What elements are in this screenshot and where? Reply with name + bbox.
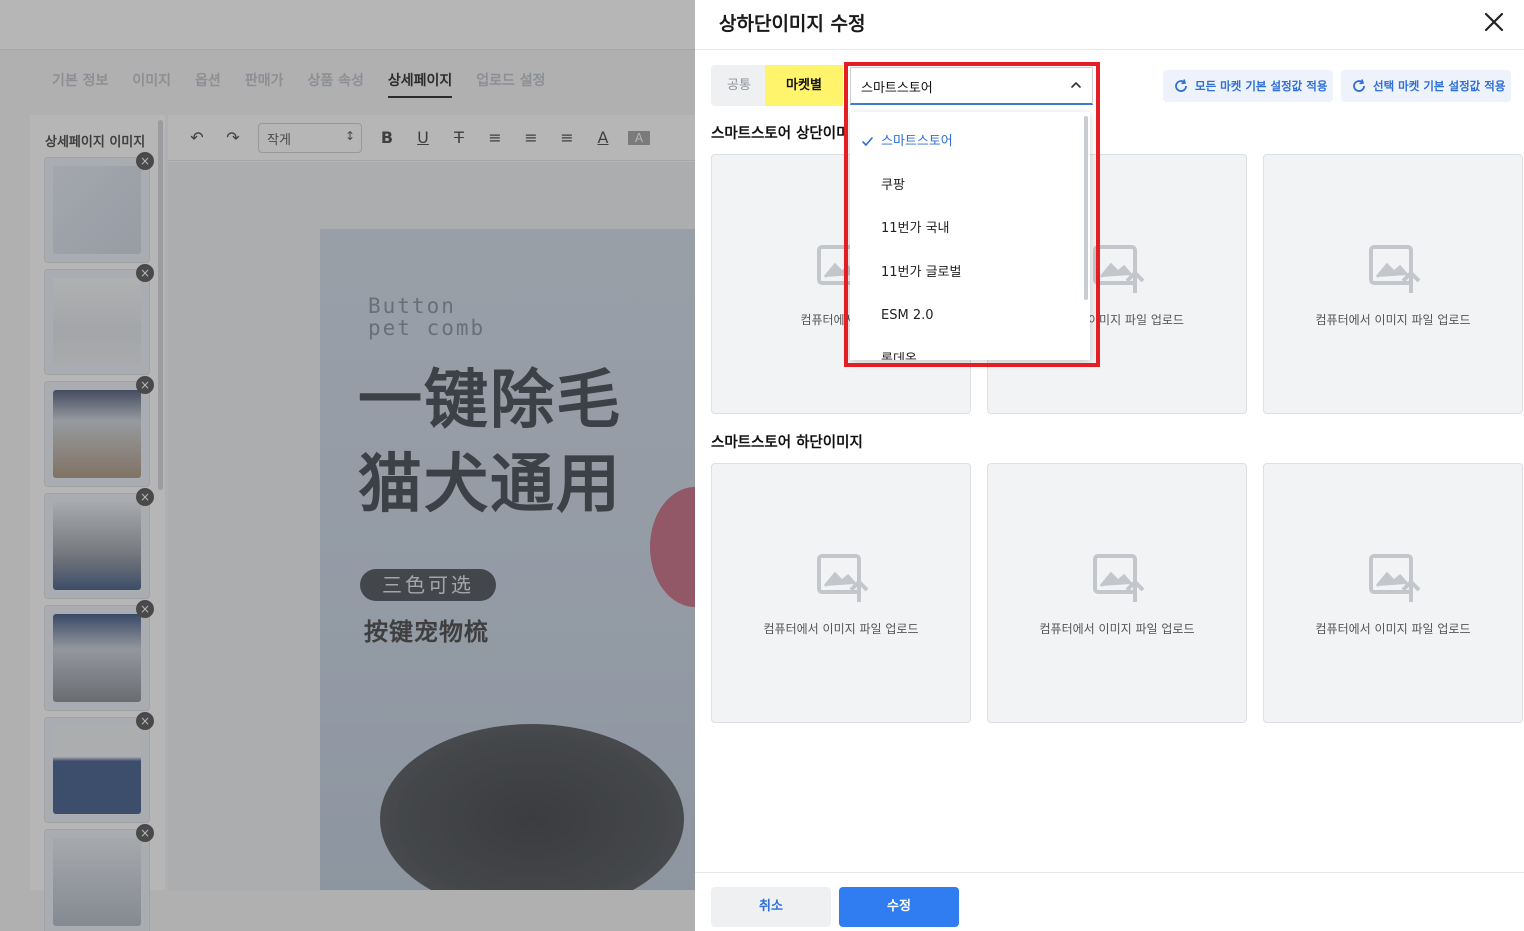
dropdown-option-label: 쿠팡 bbox=[881, 178, 905, 193]
apply-selected-market-default-button[interactable]: 선택 마켓 기본 설정값 적용 bbox=[1341, 70, 1511, 102]
apply-selected-market-default-label: 선택 마켓 기본 설정값 적용 bbox=[1373, 79, 1506, 93]
image-upload-icon bbox=[1369, 554, 1421, 602]
top-image-section-title: 스마트스토어 상단이미 bbox=[711, 126, 850, 142]
dropdown-option-label: 스마트스토어 bbox=[881, 134, 953, 149]
dropdown-option-smartstore[interactable]: 스마트스토어 bbox=[850, 120, 1080, 164]
panel-title: 상하단이미지 수정 bbox=[719, 13, 866, 35]
panel-header: 상하단이미지 수정 bbox=[695, 0, 1524, 50]
header-footer-image-panel: 상하단이미지 수정 공통 마켓별 스마트스토어 모든 마켓 기본 설정값 적용 … bbox=[695, 0, 1524, 931]
dropdown-option-label: ESM 2.0 bbox=[881, 308, 934, 323]
dropdown-option-label: 11번가 글로벌 bbox=[881, 265, 962, 280]
panel-footer: 취소 수정 bbox=[695, 872, 1524, 931]
cancel-button[interactable]: 취소 bbox=[711, 887, 831, 927]
market-select-value: 스마트스토어 bbox=[861, 81, 933, 96]
dropdown-option-coupang[interactable]: 쿠팡 bbox=[850, 164, 1080, 208]
bottom-image-upload-2[interactable]: 컴퓨터에서 이미지 파일 업로드 bbox=[987, 463, 1247, 723]
check-icon bbox=[862, 137, 873, 146]
refresh-icon bbox=[1175, 79, 1187, 92]
dropdown-option-label: 롯데온 bbox=[881, 352, 917, 360]
market-dropdown-list: 스마트스토어 쿠팡 11번가 국내 11번가 글로벌 ESM 2.0 롯데온 bbox=[850, 112, 1090, 360]
market-select[interactable]: 스마트스토어 bbox=[850, 67, 1093, 105]
dropdown-option-esm[interactable]: ESM 2.0 bbox=[850, 294, 1080, 338]
refresh-icon bbox=[1353, 79, 1365, 92]
image-upload-icon bbox=[1093, 245, 1145, 293]
apply-all-markets-default-label: 모든 마켓 기본 설정값 적용 bbox=[1195, 79, 1328, 93]
upload-label: 컴퓨터에서 이미지 파일 업로드 bbox=[1315, 313, 1471, 327]
upload-label: 컴퓨터에서 이미지 파일 업로드 bbox=[1039, 622, 1195, 636]
segment-per-market[interactable]: 마켓별 bbox=[765, 65, 843, 106]
dropdown-scrollbar[interactable] bbox=[1084, 116, 1088, 300]
dropdown-option-label: 11번가 국내 bbox=[881, 221, 950, 236]
image-upload-icon bbox=[817, 554, 869, 602]
top-image-upload-3[interactable]: 컴퓨터에서 이미지 파일 업로드 bbox=[1263, 154, 1523, 414]
upload-label: 컴퓨터에서 이미지 파일 업로드 bbox=[1315, 622, 1471, 636]
close-icon[interactable] bbox=[1480, 8, 1508, 36]
bottom-image-upload-3[interactable]: 컴퓨터에서 이미지 파일 업로드 bbox=[1263, 463, 1523, 723]
upload-label: 컴퓨터에서 이미지 파일 업로드 bbox=[763, 622, 919, 636]
image-upload-icon bbox=[1093, 554, 1145, 602]
apply-all-markets-default-button[interactable]: 모든 마켓 기본 설정값 적용 bbox=[1163, 70, 1333, 102]
bottom-image-upload-1[interactable]: 컴퓨터에서 이미지 파일 업로드 bbox=[711, 463, 971, 723]
dropdown-option-11st-global[interactable]: 11번가 글로벌 bbox=[850, 251, 1080, 295]
bottom-image-section-title: 스마트스토어 하단이미지 bbox=[711, 435, 863, 451]
chevron-up-icon bbox=[1071, 82, 1081, 88]
image-upload-icon bbox=[1369, 245, 1421, 293]
dropdown-option-lotteon[interactable]: 롯데온 bbox=[850, 338, 1080, 360]
dropdown-option-11st-domestic[interactable]: 11번가 국내 bbox=[850, 207, 1080, 251]
segment-common[interactable]: 공통 bbox=[711, 65, 767, 106]
submit-button[interactable]: 수정 bbox=[839, 887, 959, 927]
